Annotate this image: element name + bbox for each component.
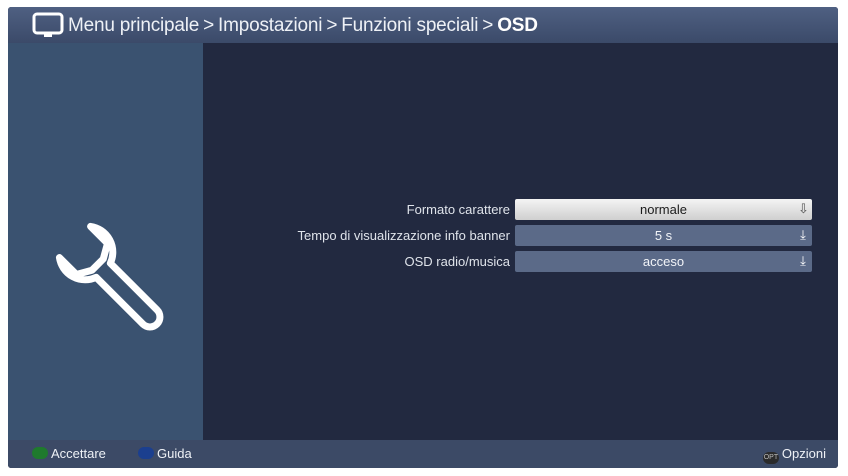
setting-row-font-format: Formato carattere normale ⇩ xyxy=(203,199,838,221)
breadcrumb-separator: > xyxy=(482,15,494,36)
accept-label: Accettare xyxy=(51,446,106,461)
chevron-down-icon: ⤓ xyxy=(800,253,806,268)
setting-label: Tempo di visualizzazione info banner xyxy=(297,228,510,243)
green-button-icon xyxy=(32,447,48,459)
guide-button[interactable]: Guida xyxy=(138,445,192,463)
settings-panel: Formato carattere normale ⇩ Tempo di vis… xyxy=(203,43,838,440)
tv-icon xyxy=(32,12,64,37)
sidebar-panel xyxy=(8,43,203,440)
setting-row-info-banner-time: Tempo di visualizzazione info banner 5 s… xyxy=(203,225,838,247)
breadcrumb-separator: > xyxy=(326,15,338,36)
header-bar: Menu principale > Impostazioni > Funzioni sp… xyxy=(8,7,838,43)
radio-music-osd-select[interactable]: acceso ⤓ xyxy=(515,251,812,272)
setting-row-radio-music-osd: OSD radio/musica acceso ⤓ xyxy=(203,251,838,273)
wrench-icon xyxy=(55,222,164,331)
chevron-down-icon: ⤓ xyxy=(800,227,806,242)
setting-value: acceso xyxy=(642,254,685,269)
options-button[interactable]: OPT Opzioni xyxy=(762,445,826,464)
osd-menu-screen: Menu principale > Impostazioni > Funzioni sp… xyxy=(8,7,838,468)
guide-label: Guida xyxy=(157,446,192,461)
setting-value: 5 s xyxy=(654,228,673,243)
setting-value: normale xyxy=(640,202,687,217)
setting-label: Formato carattere xyxy=(406,202,510,217)
breadcrumb: Menu principale > Impostazioni > Funzioni sp… xyxy=(68,13,538,39)
page-title: OSD xyxy=(497,15,538,36)
blue-button-icon xyxy=(138,447,154,459)
accept-button[interactable]: Accettare xyxy=(32,445,106,463)
setting-label: OSD radio/musica xyxy=(404,254,510,269)
breadcrumb-item-main-menu[interactable]: Menu principale xyxy=(68,15,199,36)
breadcrumb-item-special-functions[interactable]: Funzioni speciali xyxy=(341,15,478,36)
breadcrumb-separator: > xyxy=(203,15,215,36)
info-banner-time-select[interactable]: 5 s ⤓ xyxy=(515,225,812,246)
options-label: Opzioni xyxy=(781,446,826,461)
breadcrumb-item-settings[interactable]: Impostazioni xyxy=(218,15,322,36)
font-format-select[interactable]: normale ⇩ xyxy=(515,199,812,220)
footer-bar: Accettare Guida OPT Opzioni xyxy=(8,440,838,468)
chevron-down-icon: ⇩ xyxy=(798,201,809,216)
options-key-icon: OPT xyxy=(762,452,779,464)
